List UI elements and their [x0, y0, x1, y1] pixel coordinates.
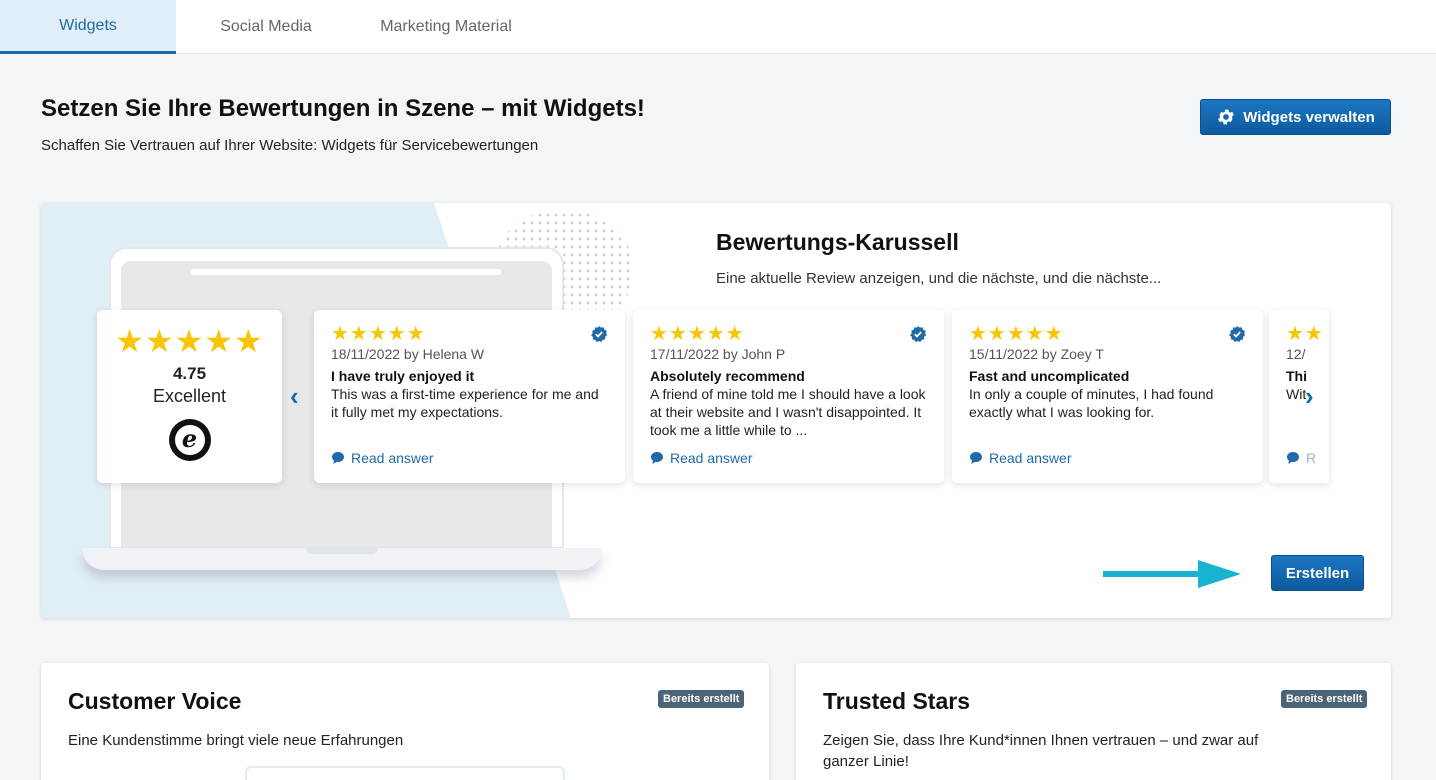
- carousel-widget-title: Bewertungs-Karussell: [716, 229, 959, 255]
- customer-voice-card: Customer Voice Bereits erstellt Eine Kun…: [41, 663, 769, 780]
- speech-bubble-icon: [970, 452, 982, 464]
- review-text: A friend of mine told me I should have a…: [650, 386, 926, 438]
- rating-label: Excellent: [152, 386, 227, 406]
- verified-badge-icon: [1229, 326, 1245, 342]
- manage-widgets-button[interactable]: Widgets verwalten: [1200, 99, 1391, 135]
- review-title: I have truly enjoyed it: [331, 368, 475, 384]
- gear-icon: [1218, 109, 1235, 125]
- carousel-next-arrow-icon[interactable]: ›: [1305, 381, 1314, 412]
- card-title: Customer Voice: [68, 688, 242, 714]
- laptop-base: [82, 548, 602, 570]
- card-description: Zeigen Sie, dass Ihre Kund*innen Ihnen v…: [823, 732, 1259, 770]
- carousel-widget-description: Eine aktuelle Review anzeigen, und die n…: [716, 270, 1162, 287]
- tab-bar: Widgets Social Media Marketing Material: [0, 0, 1436, 54]
- arrow-right-icon: [1103, 560, 1241, 588]
- card-description: Eine Kundenstimme bringt viele neue Erfa…: [68, 732, 404, 749]
- review-stars: ★★★★★: [331, 323, 426, 345]
- verified-badge-icon: [591, 326, 607, 342]
- read-answer-link[interactable]: Read answer: [969, 450, 1072, 466]
- verified-badge-icon: [910, 326, 926, 342]
- tab-widgets[interactable]: Widgets: [0, 0, 176, 54]
- review-meta: 18/11/2022 by Helena W: [331, 346, 485, 362]
- rating-stars: ★★★★★: [115, 323, 264, 359]
- overall-rating-box: ★★★★★ 4.75 Excellent e: [97, 310, 282, 483]
- speech-bubble-icon: [1287, 452, 1299, 464]
- review-meta: 17/11/2022 by John P: [650, 346, 786, 362]
- review-text: This was a first-time experience for me …: [331, 386, 599, 420]
- review-stars: ★★★★★: [650, 323, 745, 345]
- tab-social-media[interactable]: Social Media: [186, 0, 346, 53]
- status-badge: Bereits erstellt: [1281, 690, 1368, 708]
- rating-score: 4.75: [172, 364, 207, 383]
- read-answer-link[interactable]: Read answer: [331, 450, 434, 466]
- review-stars: ★★★★★: [969, 323, 1064, 345]
- review-stars: ★★: [1286, 323, 1324, 345]
- manage-widgets-label: Widgets verwalten: [1243, 108, 1375, 126]
- review-title: Fast and uncomplicated: [969, 368, 1130, 384]
- carousel-widget-card: ★★★★★ 4.75 Excellent e ‹ ★★★★★ 18/11/202…: [41, 203, 1391, 618]
- review-card-partial: ★★ 12/ Thi Wit R: [1269, 310, 1329, 483]
- read-answer-link[interactable]: Read answer: [650, 450, 753, 466]
- speech-bubble-icon: [332, 452, 344, 464]
- read-answer-link[interactable]: R: [1286, 450, 1316, 466]
- review-card: ★★★★★ 18/11/2022 by Helena W I have trul…: [314, 310, 625, 483]
- trusted-shops-logo-icon: e: [168, 419, 211, 461]
- page-subtitle: Schaffen Sie Vertrauen auf Ihrer Website…: [41, 137, 539, 154]
- carousel-prev-arrow-icon[interactable]: ‹: [290, 381, 299, 412]
- review-card: ★★★★★ 15/11/2022 by Zoey T Fast and unco…: [952, 310, 1263, 483]
- card-title: Trusted Stars: [823, 688, 970, 714]
- speech-bubble-icon: [651, 452, 663, 464]
- trusted-stars-card: Trusted Stars Bereits erstellt Zeigen Si…: [796, 663, 1391, 780]
- status-badge: Bereits erstellt: [658, 690, 745, 708]
- review-title: Absolutely recommend: [650, 368, 805, 384]
- create-widget-button[interactable]: Erstellen: [1271, 555, 1364, 591]
- review-card: ★★★★★ 17/11/2022 by John P Absolutely re…: [633, 310, 944, 483]
- tab-marketing-material[interactable]: Marketing Material: [364, 0, 528, 53]
- review-meta: 15/11/2022 by Zoey T: [969, 346, 1104, 362]
- page-title: Setzen Sie Ihre Bewertungen in Szene – m…: [41, 95, 645, 122]
- review-meta: 12/: [1286, 346, 1306, 362]
- review-text: In only a couple of minutes, I had found…: [969, 386, 1214, 420]
- widget-preview: [245, 766, 565, 780]
